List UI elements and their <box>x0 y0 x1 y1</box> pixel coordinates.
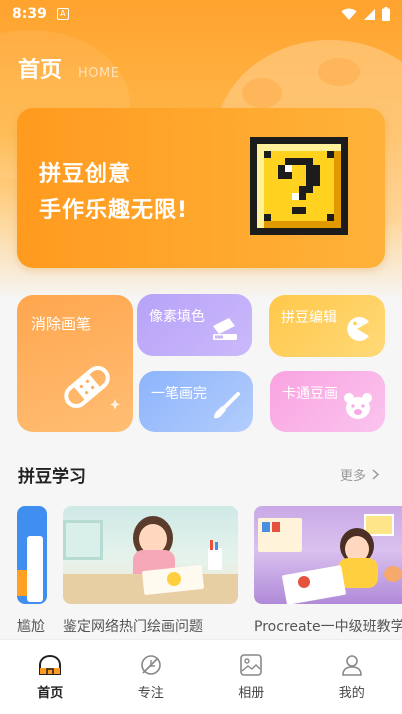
paintbrush-icon <box>214 392 240 419</box>
page-subtitle: HOME <box>78 66 120 81</box>
home-icon <box>39 654 62 675</box>
nav-album-label: 相册 <box>238 686 265 701</box>
nav-home[interactable]: 首页 <box>0 640 101 714</box>
notification-icon: A <box>56 8 69 20</box>
learning-section-title: 拼豆学习 <box>18 467 86 487</box>
cartoon-bead-label: 卡通豆画 <box>282 386 338 402</box>
more-label: 更多 <box>340 469 367 484</box>
learning-caption: 鉴定网络热门绘画问题 <box>63 619 203 635</box>
promo-banner[interactable]: 拼豆创意 手作乐趣无限! <box>17 108 385 268</box>
one-stroke-button[interactable]: 一笔画完 <box>139 371 253 432</box>
learning-card[interactable]: 鉴定网络热门绘画问题 <box>63 506 238 638</box>
banner-line-2: 手作乐趣无限! <box>39 198 189 223</box>
erase-brush-label: 消除画笔 <box>31 315 92 333</box>
learning-card[interactable]: Procreate一中级班教学 <box>254 506 402 638</box>
user-icon <box>341 655 362 676</box>
nav-profile-label: 我的 <box>338 686 365 701</box>
kids-coloring-illustration <box>254 506 402 604</box>
signal-icon <box>364 8 375 20</box>
status-time: 8:39 <box>12 6 47 22</box>
battery-icon <box>382 7 390 21</box>
learning-thumbnail <box>17 506 47 604</box>
bear-icon <box>344 393 372 419</box>
pacman-icon <box>347 317 369 341</box>
erase-brush-button[interactable]: 消除画笔 <box>17 295 133 432</box>
nav-home-label: 首页 <box>37 686 64 701</box>
status-bar: 8:39 A <box>0 0 402 28</box>
pixel-fill-button[interactable]: 像素填色 <box>137 294 252 356</box>
leaf-icon <box>140 655 161 675</box>
learning-caption: Procreate一中级班教学 <box>254 619 402 635</box>
banner-line-1: 拼豆创意 <box>39 162 132 187</box>
bandage-icon <box>64 366 120 410</box>
nav-focus-label: 专注 <box>137 686 164 701</box>
bead-edit-button[interactable]: 拼豆编辑 <box>269 295 385 357</box>
cartoon-bead-button[interactable]: 卡通豆画 <box>270 371 385 432</box>
page-title: 首页 <box>18 58 63 83</box>
chevron-right-icon <box>372 469 380 480</box>
pixel-question-block-icon <box>250 137 348 235</box>
bead-edit-label: 拼豆编辑 <box>281 310 337 326</box>
bottom-nav: 首页 专注 相册 我的 <box>0 639 402 714</box>
pixel-fill-label: 像素填色 <box>149 309 205 325</box>
nav-profile[interactable]: 我的 <box>302 640 402 714</box>
wifi-icon <box>341 8 357 20</box>
learning-caption: 尴尬 <box>17 619 45 635</box>
eraser-icon <box>213 318 237 340</box>
learning-card[interactable]: 尴尬 <box>17 506 47 638</box>
girl-drawing-illustration <box>63 506 238 604</box>
nav-album[interactable]: 相册 <box>201 640 302 714</box>
more-link[interactable]: 更多 <box>340 465 380 484</box>
nav-focus[interactable]: 专注 <box>101 640 202 714</box>
one-stroke-label: 一笔画完 <box>151 386 207 402</box>
album-icon <box>240 654 263 676</box>
